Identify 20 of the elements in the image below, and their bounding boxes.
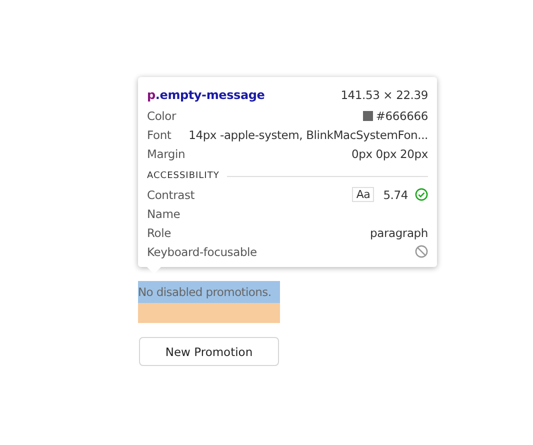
element-size: 141.53 × 22.39 (340, 88, 428, 102)
property-value: paragraph (370, 226, 428, 240)
property-label: Font (147, 128, 172, 142)
property-label: Margin (147, 146, 186, 160)
blocked-icon (415, 245, 428, 258)
property-label: Contrast (147, 188, 195, 202)
property-value: #666666 (376, 108, 428, 122)
property-value: 5.74 (383, 188, 408, 202)
property-label: Name (147, 206, 180, 220)
property-label: Color (147, 108, 176, 122)
element-selector: p.empty-message (147, 88, 265, 102)
section-heading: ACCESSIBILITY (147, 171, 220, 181)
property-label: Keyboard-focusable (147, 244, 257, 258)
new-promotion-button[interactable]: New Promotion (139, 337, 279, 366)
check-circle-icon (415, 188, 428, 201)
contrast-sample: Aa (352, 187, 374, 202)
empty-message: No disabled promotions. (138, 281, 280, 303)
property-value: 14px -apple-system, BlinkMacSystemFon... (188, 128, 428, 142)
property-value: 0px 0px 20px (352, 146, 428, 160)
property-label: Role (147, 226, 171, 240)
